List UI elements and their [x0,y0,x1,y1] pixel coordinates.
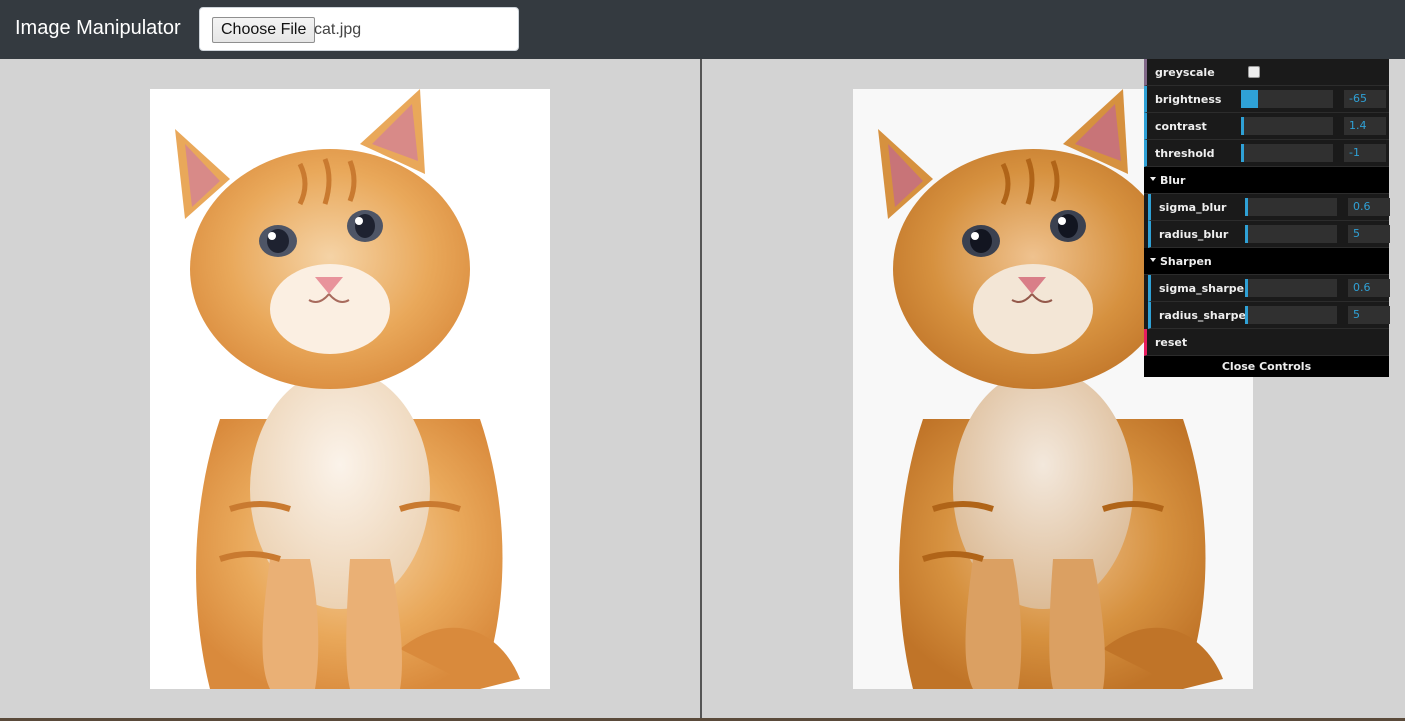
brightness-label: brightness [1155,93,1222,106]
radius-sharpen-slider[interactable] [1245,306,1337,324]
greyscale-checkbox[interactable] [1248,66,1260,78]
radius-blur-label: radius_blur [1159,228,1229,241]
sharpen-folder-label: Sharpen [1160,255,1212,268]
threshold-row: threshold -1 [1144,140,1389,167]
brightness-slider-fill [1241,90,1258,108]
greyscale-row[interactable]: greyscale [1144,59,1389,86]
brightness-row: brightness -65 [1144,86,1389,113]
sigma-sharpen-slider-fill [1245,279,1248,297]
caret-down-icon [1150,177,1156,181]
original-image [150,89,550,689]
radius-sharpen-slider-fill [1245,306,1248,324]
brightness-input[interactable]: -65 [1344,90,1386,108]
contrast-slider[interactable] [1241,117,1333,135]
blur-folder-title[interactable]: Blur [1144,167,1389,194]
caret-down-icon [1150,258,1156,262]
sigma-blur-slider-fill [1245,198,1248,216]
navbar: Image Manipulator Choose File cat.jpg [0,0,1405,59]
radius-blur-row: radius_blur 5 [1148,221,1390,248]
blur-folder-label: Blur [1160,174,1186,187]
reset-button[interactable]: reset [1144,329,1389,356]
threshold-input[interactable]: -1 [1344,144,1386,162]
file-name-label: cat.jpg [314,21,362,38]
radius-blur-slider-fill [1245,225,1248,243]
greyscale-label: greyscale [1155,66,1215,79]
sigma-sharpen-input[interactable]: 0.6 [1348,279,1390,297]
radius-sharpen-row: radius_sharpen 5 [1148,302,1390,329]
brand-title: Image Manipulator [15,17,181,39]
sigma-sharpen-row: sigma_sharpen 0.6 [1148,275,1390,302]
contrast-row: contrast 1.4 [1144,113,1389,140]
controls-panel: greyscale brightness -65 contrast 1.4 th… [1144,59,1390,377]
file-input[interactable]: Choose File cat.jpg [199,7,519,51]
threshold-slider-fill [1241,144,1244,162]
sigma-sharpen-label: sigma_sharpen [1159,282,1252,295]
contrast-label: contrast [1155,120,1207,133]
sigma-blur-input[interactable]: 0.6 [1348,198,1390,216]
original-pane [0,59,702,721]
choose-file-button[interactable]: Choose File [212,17,316,43]
contrast-slider-fill [1241,117,1244,135]
radius-blur-input[interactable]: 5 [1348,225,1390,243]
radius-sharpen-input[interactable]: 5 [1348,306,1390,324]
sigma-blur-slider[interactable] [1245,198,1337,216]
contrast-input[interactable]: 1.4 [1344,117,1386,135]
reset-label: reset [1155,336,1188,349]
close-controls-button[interactable]: Close Controls [1144,356,1389,377]
sigma-sharpen-slider[interactable] [1245,279,1337,297]
sharpen-folder-title[interactable]: Sharpen [1144,248,1389,275]
radius-blur-slider[interactable] [1245,225,1337,243]
threshold-slider[interactable] [1241,144,1333,162]
threshold-label: threshold [1155,147,1215,160]
radius-sharpen-label: radius_sharpen [1159,309,1254,322]
sigma-blur-row: sigma_blur 0.6 [1148,194,1390,221]
sigma-blur-label: sigma_blur [1159,201,1227,214]
brightness-slider[interactable] [1241,90,1333,108]
